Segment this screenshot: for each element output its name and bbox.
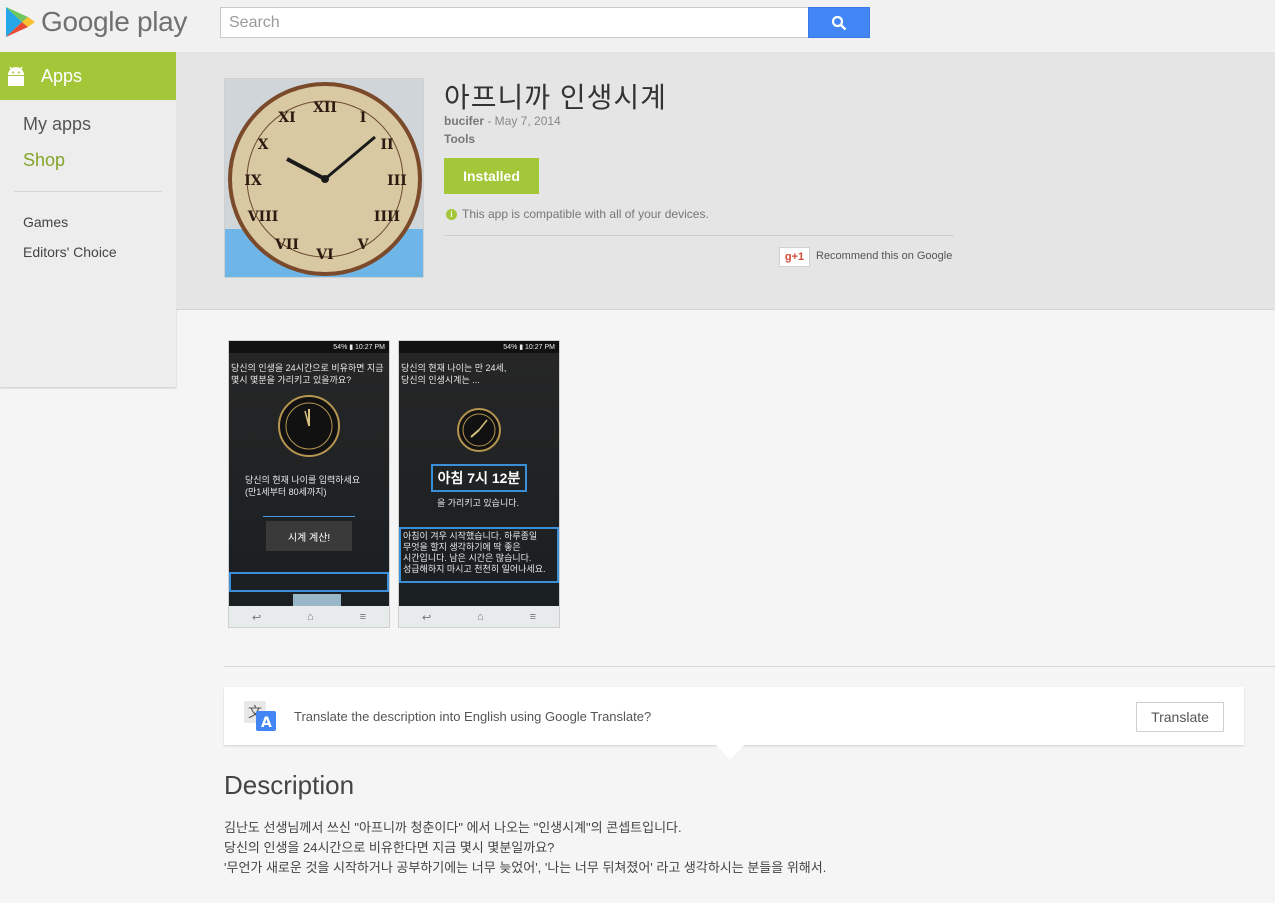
- screenshot-screen: 당신의 현재 나이는 만 24세, 당신의 인생시계는 ... 아침 7시 12…: [399, 353, 559, 606]
- status-bar: 54% ▮ 10:27 PM: [399, 341, 559, 353]
- status-bar: 54% ▮ 10:27 PM: [229, 341, 389, 353]
- clock-icon: [278, 395, 340, 457]
- screenshot-screen: 당신의 인생을 24시간으로 비유하면 지금 몇시 몇분을 가리키고 있을까요?…: [229, 353, 389, 606]
- svg-text:VI: VI: [315, 247, 333, 263]
- ad-banner: [229, 572, 389, 592]
- svg-text:XII: XII: [313, 100, 337, 116]
- release-date: - May 7, 2014: [484, 114, 561, 128]
- screenshot-line: 당신의 인생시계는 ...: [401, 375, 480, 385]
- search-button[interactable]: [808, 7, 870, 38]
- nav-bar: ↩ ⌂ ≡: [399, 606, 559, 627]
- back-icon: ↩: [251, 611, 262, 624]
- screenshot-line: (만1세부터 80세까지): [245, 487, 327, 497]
- info-icon: i: [446, 208, 457, 220]
- svg-text:VIII: VIII: [247, 209, 279, 225]
- svg-text:I: I: [360, 110, 367, 126]
- menu-icon: ≡: [529, 611, 537, 623]
- translate-prompt: Translate the description into English u…: [294, 709, 652, 724]
- description-line: 김난도 선생님께서 쓰신 "아프니까 청춘이다" 에서 나오는 "인생시계"의 …: [224, 820, 682, 835]
- sidebar-item-my-apps[interactable]: My apps: [23, 114, 91, 135]
- screenshot-line: 성급해하지 마시고 천천히 일어나세요.: [403, 564, 546, 574]
- play-triangle-icon: [6, 7, 35, 37]
- home-icon: ⌂: [307, 611, 314, 623]
- compatibility-notice: i This app is compatible with all of you…: [446, 207, 709, 221]
- screenshot-line: 시간입니다. 남은 시간은 많습니다.: [403, 553, 532, 563]
- home-icon: ⌂: [477, 611, 484, 623]
- screenshot-line: 당신의 현재 나이는 만 24세,: [401, 363, 507, 373]
- age-input-line: [263, 516, 355, 517]
- nav-bar: ↩ ⌂ ≡: [229, 606, 389, 627]
- screenshot-line: 아침이 겨우 시작했습니다. 하루종일: [403, 531, 538, 541]
- google-play-logo[interactable]: Google play: [4, 3, 187, 41]
- app-developer-line: bucifer - May 7, 2014: [444, 114, 561, 128]
- clock-icon: [457, 408, 501, 452]
- sidebar-item-games[interactable]: Games: [23, 214, 68, 230]
- description-title: Description: [224, 770, 355, 800]
- ad-image: [293, 594, 341, 606]
- sidebar: Apps My apps Shop Games Editors' Choice: [0, 52, 176, 387]
- sidebar-divider: [14, 191, 162, 192]
- svg-text:VII: VII: [274, 237, 299, 253]
- svg-text:IX: IX: [244, 173, 262, 189]
- menu-icon: ≡: [359, 611, 367, 623]
- installed-button[interactable]: Installed: [444, 158, 539, 194]
- svg-text:XI: XI: [278, 110, 295, 126]
- app-title: 아프니까 인생시계: [444, 82, 667, 113]
- app-icon: XII I II III IIII V VI VII VIII IX X XI: [224, 78, 424, 278]
- calculate-button: 시계 계산!: [266, 521, 352, 551]
- screenshot-line: 무엇을 할지 생각하기에 딱 좋은: [403, 542, 521, 552]
- sidebar-item-shop[interactable]: Shop: [23, 150, 65, 171]
- translate-card: 文 A Translate the description into Engli…: [224, 687, 1244, 745]
- svg-text:A: A: [261, 715, 272, 731]
- app-category[interactable]: Tools: [444, 132, 475, 146]
- gplus-button[interactable]: g+1: [779, 247, 810, 267]
- screenshot-line: 당신의 현재 나이를 입력하세요: [245, 475, 361, 485]
- sidebar-item-editors-choice[interactable]: Editors' Choice: [23, 244, 117, 260]
- sidebar-apps-label: Apps: [41, 65, 83, 86]
- svg-text:II: II: [380, 137, 393, 153]
- top-bar: Google play: [0, 0, 1275, 52]
- developer-link[interactable]: bucifer: [444, 114, 484, 128]
- description-line: 당신의 인생을 24시간으로 비유한다면 지금 몇시 몇분일까요?: [224, 840, 555, 855]
- sidebar-apps-header[interactable]: Apps: [0, 52, 176, 100]
- screenshot-line: 몇시 몇분을 가리키고 있을까요?: [231, 375, 352, 385]
- description-line: '무언가 새로운 것을 시작하거나 공부하기에는 너무 늦었어', '나는 너무…: [224, 860, 827, 875]
- result-time: 아침 7시 12분: [431, 464, 527, 492]
- screenshot-1[interactable]: 54% ▮ 10:27 PM 당신의 인생을 24시간으로 비유하면 지금 몇시…: [228, 340, 390, 628]
- back-icon: ↩: [421, 611, 432, 624]
- translate-icon: 文 A: [244, 701, 276, 731]
- translate-button[interactable]: Translate: [1136, 702, 1224, 732]
- svg-text:V: V: [357, 237, 370, 253]
- svg-text:IIII: IIII: [374, 209, 400, 225]
- translate-notch: [716, 745, 744, 760]
- logo-text: Google play: [41, 6, 188, 37]
- compatibility-text: This app is compatible with all of your …: [462, 207, 709, 221]
- section-divider: [224, 666, 1275, 667]
- svg-text:III: III: [387, 173, 407, 189]
- search-input[interactable]: [220, 7, 810, 38]
- details-divider: [444, 235, 954, 236]
- recommend-text: Recommend this on Google: [816, 250, 953, 262]
- android-icon: [8, 66, 24, 86]
- svg-text:X: X: [258, 137, 269, 153]
- screenshot-2[interactable]: 54% ▮ 10:27 PM 당신의 현재 나이는 만 24세, 당신의 인생시…: [398, 340, 560, 628]
- screenshot-line: 당신의 인생을 24시간으로 비유하면 지금: [231, 363, 384, 373]
- search-icon: [831, 15, 847, 30]
- screenshot-line: 을 가리키고 있습니다.: [437, 498, 520, 508]
